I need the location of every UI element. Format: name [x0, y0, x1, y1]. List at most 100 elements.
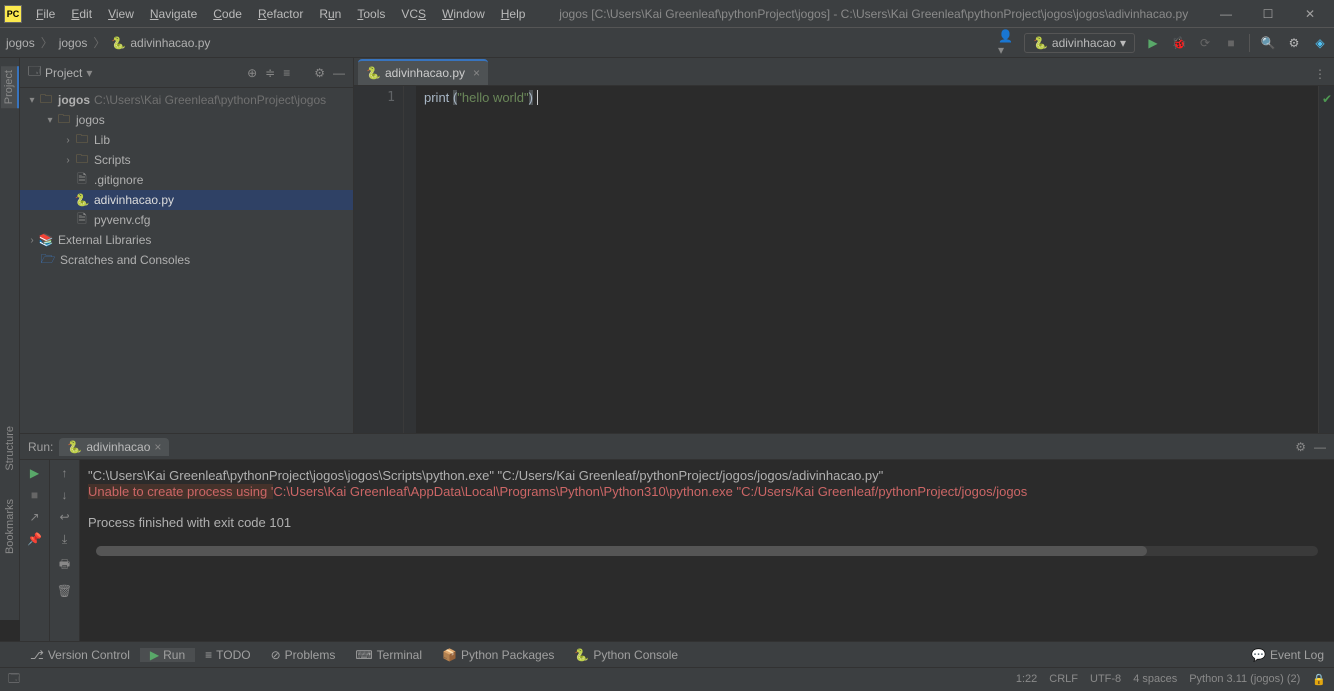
status-caret-position[interactable]: 1:22 — [1016, 673, 1037, 686]
status-encoding[interactable]: UTF-8 — [1090, 673, 1121, 686]
side-structure-tab[interactable]: Structure — [2, 422, 18, 475]
minimize-button[interactable]: — — [1214, 7, 1238, 21]
menu-file[interactable]: File — [28, 3, 63, 25]
tree-folder-jogos[interactable]: ▾🗀jogos — [20, 110, 353, 130]
collapse-icon[interactable]: ≡ — [283, 66, 290, 80]
tool-python-packages[interactable]: 📦Python Packages — [432, 648, 564, 662]
run-controls: ▶ ■ ↗ 📌 — [20, 460, 50, 641]
tree-external-libs[interactable]: ›📚External Libraries — [20, 230, 353, 250]
stop-button[interactable]: ■ — [1223, 35, 1239, 51]
chevron-down-icon: ▾ — [1120, 36, 1126, 50]
menu-navigate[interactable]: Navigate — [142, 3, 205, 25]
code-editor[interactable]: print ("hello world") — [416, 86, 1318, 433]
tree-scratches[interactable]: 🗁Scratches and Consoles — [20, 250, 353, 270]
menu-code[interactable]: Code — [205, 3, 250, 25]
tree-folder-lib[interactable]: ›🗀Lib — [20, 130, 353, 150]
navigation-bar: jogos〉 jogos〉 🐍 adivinhacao.py 👤▾ 🐍 adiv… — [0, 28, 1334, 58]
debug-button[interactable]: 🐞 — [1171, 35, 1187, 51]
tree-root[interactable]: ▾🗀 jogosC:\Users\Kai Greenleaf\pythonPro… — [20, 90, 353, 110]
expand-icon[interactable]: ≑ — [265, 66, 275, 80]
project-panel: 🗔 Project ▾ ⊕ ≑ ≡ ⚙ — ▾🗀 jogosC:\Users\K… — [20, 58, 354, 433]
ide-features-icon[interactable]: ◈ — [1312, 35, 1328, 51]
stop-button[interactable]: ■ — [31, 488, 38, 502]
editor-tab-label: adivinhacao.py — [385, 66, 465, 80]
settings-icon[interactable]: ⚙ — [1286, 35, 1302, 51]
menu-vcs[interactable]: VCS — [393, 3, 434, 25]
rerun-button[interactable]: ▶ — [30, 466, 39, 480]
python-file-icon: 🐍 — [111, 36, 126, 50]
status-indent[interactable]: 4 spaces — [1133, 673, 1177, 686]
tree-file-gitignore[interactable]: 🗎.gitignore — [20, 170, 353, 190]
run-config-selector[interactable]: 🐍 adivinhacao ▾ — [1024, 33, 1135, 53]
gear-icon[interactable]: ⚙ — [1295, 440, 1306, 454]
locate-icon[interactable]: ⊕ — [247, 66, 257, 80]
user-icon[interactable]: 👤▾ — [998, 35, 1014, 51]
menu-help[interactable]: Help — [493, 3, 534, 25]
tool-problems[interactable]: ⊘Problems — [261, 648, 346, 662]
tool-event-log[interactable]: 💬Event Log — [1241, 648, 1334, 662]
hide-icon[interactable]: — — [1314, 440, 1326, 454]
breadcrumb: jogos〉 jogos〉 🐍 adivinhacao.py — [6, 34, 210, 51]
maximize-button[interactable]: ☐ — [1256, 7, 1280, 21]
run-tab-label: adivinhacao — [86, 440, 150, 454]
run-side-tools: ↑ ↓ ↩ ⤓ 🖶 🗑 — [50, 460, 80, 641]
run-tab-adivinhacao[interactable]: 🐍 adivinhacao × — [59, 438, 169, 456]
project-tree: ▾🗀 jogosC:\Users\Kai Greenleaf\pythonPro… — [20, 88, 353, 433]
editor-tabs: 🐍 adivinhacao.py × ⋮ — [354, 58, 1334, 86]
coverage-button[interactable]: ⟳ — [1197, 35, 1213, 51]
gear-icon[interactable]: ⚙ — [314, 66, 325, 80]
fold-column — [404, 86, 416, 433]
pin-icon[interactable]: 📌 — [27, 532, 42, 546]
menu-run[interactable]: Run — [311, 3, 349, 25]
run-config-name: adivinhacao — [1052, 36, 1116, 50]
status-interpreter[interactable]: Python 3.11 (jogos) (2) — [1189, 673, 1300, 686]
down-icon[interactable]: ↓ — [62, 488, 68, 502]
menu-edit[interactable]: Edit — [63, 3, 100, 25]
hide-icon[interactable]: — — [333, 66, 345, 80]
up-icon[interactable]: ↑ — [62, 466, 68, 480]
tree-file-adivinhacao[interactable]: 🐍adivinhacao.py — [20, 190, 353, 210]
status-line-separator[interactable]: CRLF — [1049, 673, 1078, 686]
chevron-down-icon[interactable]: ▾ — [86, 66, 92, 80]
run-button[interactable]: ▶ — [1145, 35, 1161, 51]
breadcrumb-file[interactable]: adivinhacao.py — [130, 36, 210, 50]
console-output[interactable]: "C:\Users\Kai Greenleaf\pythonProject\jo… — [80, 460, 1334, 641]
inspection-ok-icon[interactable]: ✔ — [1322, 92, 1332, 106]
clear-icon[interactable]: 🗑 — [57, 584, 72, 598]
status-lock-icon[interactable]: 🔒 — [1312, 673, 1326, 686]
tool-terminal[interactable]: ⌨Terminal — [345, 648, 432, 662]
side-bookmarks-tab[interactable]: Bookmarks — [2, 495, 18, 558]
menu-view[interactable]: View — [100, 3, 142, 25]
bottom-tool-bar: ⎇Version Control ▶Run ≡TODO ⊘Problems ⌨T… — [0, 641, 1334, 667]
close-button[interactable]: ✕ — [1298, 7, 1322, 21]
python-icon: 🐍 — [67, 440, 82, 454]
side-project-tab[interactable]: Project — [1, 66, 19, 108]
menu-window[interactable]: Window — [434, 3, 493, 25]
exit-icon[interactable]: ↗ — [29, 510, 39, 524]
app-logo: PC — [4, 5, 22, 23]
breadcrumb-root[interactable]: jogos — [6, 36, 35, 50]
tool-python-console[interactable]: 🐍Python Console — [564, 648, 688, 662]
tool-todo[interactable]: ≡TODO — [195, 648, 260, 662]
soft-wrap-icon[interactable]: ↩ — [59, 510, 69, 524]
status-window-icon[interactable]: 🗔 — [8, 670, 20, 689]
close-icon[interactable]: × — [154, 440, 161, 454]
tool-run[interactable]: ▶Run — [140, 648, 195, 662]
window-buttons: — ☐ ✕ — [1214, 7, 1330, 21]
menu-refactor[interactable]: Refactor — [250, 3, 311, 25]
tree-folder-scripts[interactable]: ›🗀Scripts — [20, 150, 353, 170]
close-tab-icon[interactable]: × — [473, 66, 480, 80]
horizontal-scrollbar[interactable] — [96, 546, 1318, 556]
scroll-end-icon[interactable]: ⤓ — [62, 532, 67, 547]
editor-more-icon[interactable]: ⋮ — [1306, 63, 1334, 85]
print-icon[interactable]: 🖶 — [59, 555, 70, 576]
editor-tab-adivinhacao[interactable]: 🐍 adivinhacao.py × — [358, 59, 488, 85]
run-label: Run: — [28, 440, 53, 454]
tree-file-pyvenv[interactable]: 🗎pyvenv.cfg — [20, 210, 353, 230]
menu-tools[interactable]: Tools — [349, 3, 393, 25]
breadcrumb-folder[interactable]: jogos — [59, 36, 88, 50]
gutter: 1 — [354, 86, 404, 433]
tool-version-control[interactable]: ⎇Version Control — [20, 648, 140, 662]
search-icon[interactable]: 🔍 — [1260, 35, 1276, 51]
project-view-icon: 🗔 — [28, 62, 41, 83]
